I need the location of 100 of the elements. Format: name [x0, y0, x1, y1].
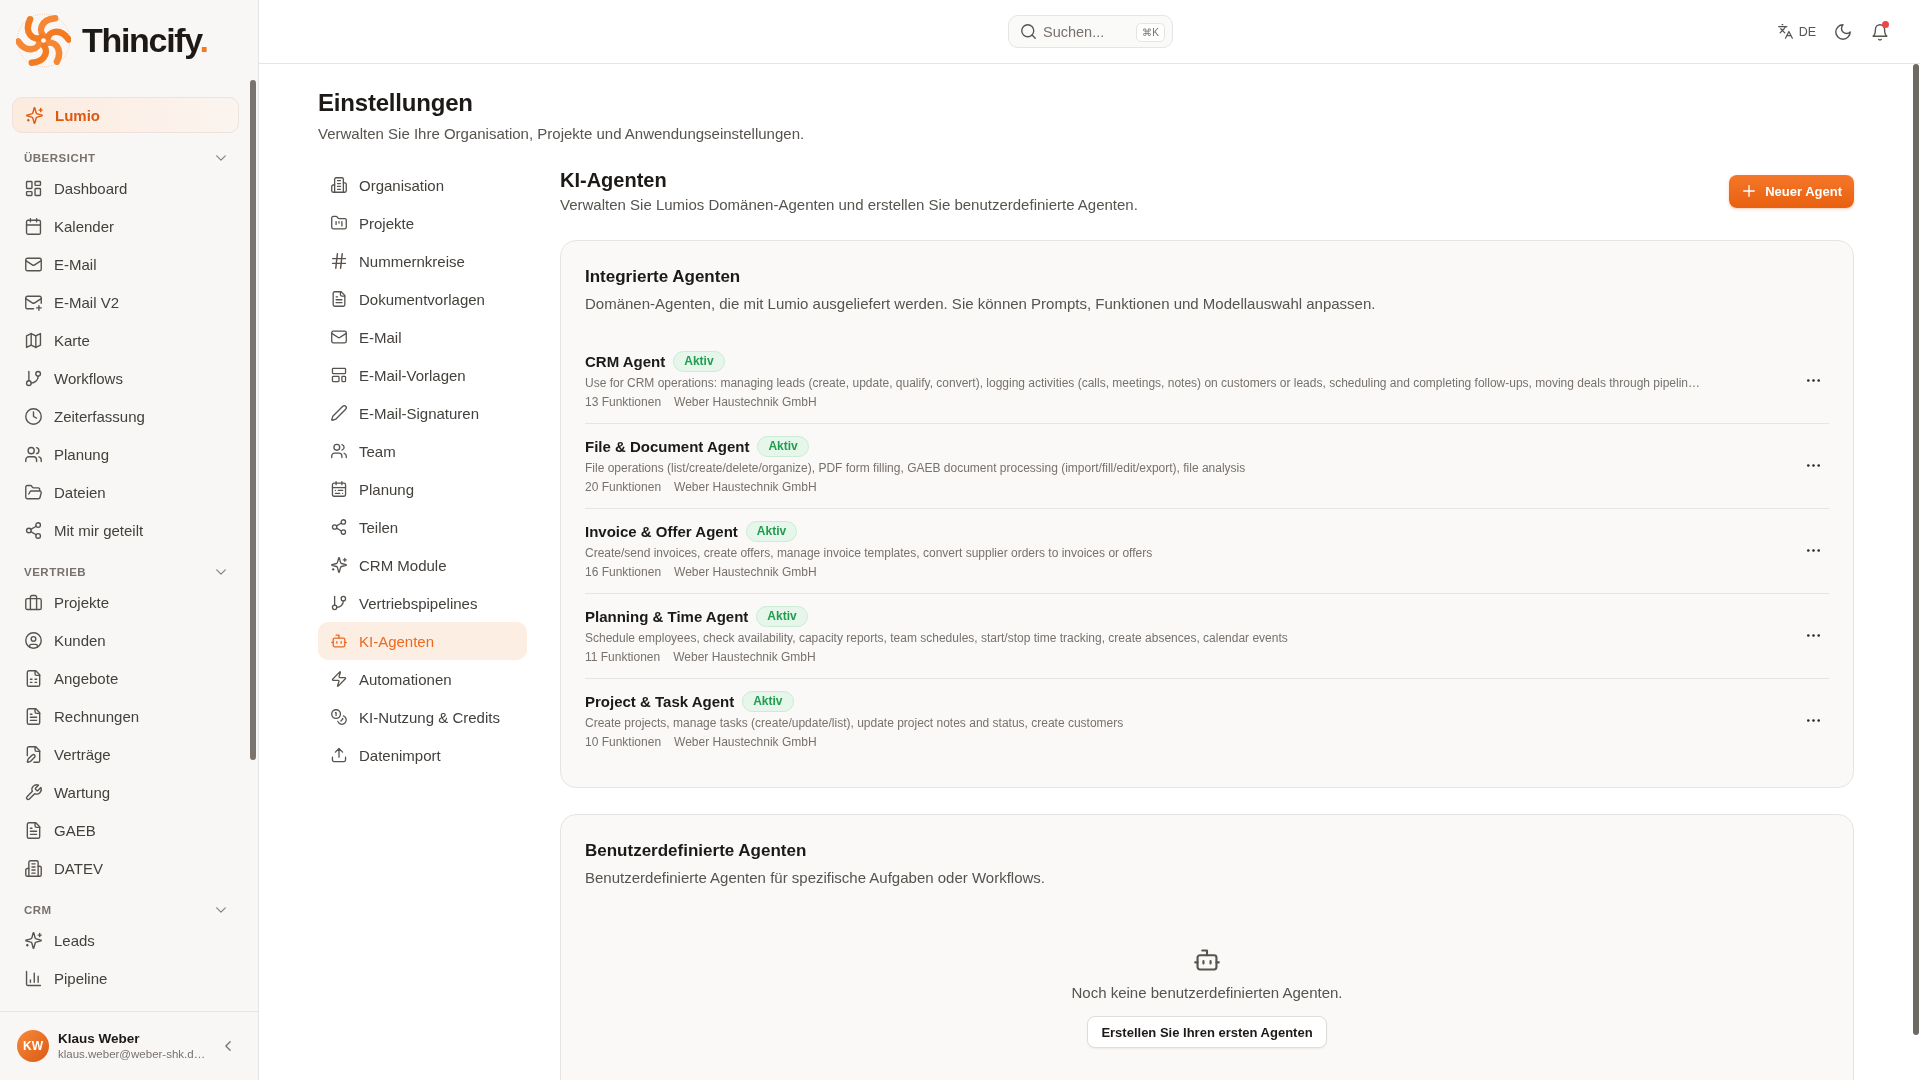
agent-name: Project & Task Agent: [585, 692, 735, 710]
card-description: Domänen-Agenten, die mit Lumio ausgeliefert werden. Sie können Prompts, Funktionen und Modellauswahl anpassen.: [585, 294, 1377, 314]
sidebar-item[interactable]: Verträge: [12, 735, 239, 773]
ellipsis-icon: [1806, 463, 1820, 467]
sidebar-item[interactable]: Angebote: [12, 659, 239, 697]
agent-description: Create/send invoices, create offers, manage invoice templates, convert supplier orders to invoices or offers: [585, 545, 1154, 562]
agent-description: File operations (list/create/delete/organize), PDF form filling, GAEB document processing (import/fill/edit/export), file analysis: [585, 460, 1247, 477]
settings-nav-item[interactable]: Dokumentvorlagen: [318, 280, 527, 318]
mail-icon: [331, 329, 347, 345]
settings-nav-item[interactable]: E-Mail-Vorlagen: [318, 356, 527, 394]
user-email: klaus.weber@weber-shk.d…: [58, 1047, 206, 1062]
section-subtitle: Verwalten Sie Lumios Domänen-Agenten und erstellen Sie benutzerdefinierte Agenten.: [560, 195, 1138, 215]
briefcase-icon: [25, 593, 42, 611]
keyboard-shortcut: ⌘K: [1136, 23, 1165, 42]
sidebar-item[interactable]: Zeiterfassung: [12, 397, 239, 435]
user-circle-icon: [25, 631, 42, 649]
create-agent-button[interactable]: Erstellen Sie Ihren ersten Agenten: [1087, 1016, 1327, 1048]
empty-state-text: Noch keine benutzerdefinierten Agenten.: [1071, 983, 1343, 1003]
sidebar-item[interactable]: GAEB: [12, 811, 239, 849]
sidebar-item[interactable]: DATEV: [12, 849, 239, 887]
status-badge: Aktiv: [742, 690, 794, 712]
document-icon: [331, 291, 347, 307]
sidebar-item[interactable]: Rechnungen: [12, 697, 239, 735]
sidebar-item[interactable]: Kalender: [12, 207, 239, 245]
calendar-icon: [331, 481, 347, 497]
settings-nav-item[interactable]: KI-Nutzung & Credits: [318, 698, 527, 736]
sidebar-item[interactable]: Pipeline: [12, 959, 239, 997]
branch-icon: [25, 369, 42, 387]
pen-icon: [331, 405, 347, 421]
settings-nav-item[interactable]: E-Mail: [318, 318, 527, 356]
sidebar-item[interactable]: E-Mail V2: [12, 283, 239, 321]
card-description: Benutzerdefinierte Agenten für spezifische Aufgaben oder Workflows.: [585, 868, 1046, 888]
settings-nav-item[interactable]: Teilen: [318, 508, 527, 546]
share-icon: [25, 521, 42, 539]
status-badge: Aktiv: [673, 350, 725, 372]
section-toggle[interactable]: CRM: [12, 899, 239, 921]
card-title: Benutzerdefinierte Agenten: [585, 840, 808, 862]
spreadsheet-icon: [25, 669, 42, 687]
ellipsis-icon: [1806, 633, 1820, 637]
coins-icon: [331, 709, 347, 725]
agent-name: Planning & Time Agent: [585, 607, 749, 625]
mail-plus-icon: [25, 293, 42, 311]
logo-icon: [16, 12, 71, 68]
agent-description: Create projects, manage tasks (create/update/list), update project notes and status, create customers: [585, 715, 1125, 732]
function-count: 13 Funktionen: [585, 394, 662, 411]
settings-nav-item[interactable]: Vertriebspipelines: [318, 584, 527, 622]
robot-icon: [1194, 947, 1220, 973]
map-icon: [25, 331, 42, 349]
settings-nav-item[interactable]: Datenimport: [318, 736, 527, 774]
sidebar-item[interactable]: Dashboard: [12, 169, 239, 207]
status-badge: Aktiv: [756, 605, 808, 627]
sidebar-item[interactable]: Workflows: [12, 359, 239, 397]
sidebar-item[interactable]: Leads: [12, 921, 239, 959]
settings-nav-item[interactable]: Team: [318, 432, 527, 470]
agent-owner: Weber Haustechnik GmbH: [674, 564, 817, 581]
folder-icon: [25, 483, 42, 501]
sidebar-item[interactable]: E-Mail: [12, 245, 239, 283]
wrench-icon: [25, 783, 42, 801]
bar-chart-icon: [25, 969, 42, 987]
share-icon: [331, 519, 347, 535]
sidebar-item[interactable]: Dateien: [12, 473, 239, 511]
settings-nav-item[interactable]: Nummernkreise: [318, 242, 527, 280]
branch-icon: [331, 595, 347, 611]
ellipsis-icon: [1806, 718, 1820, 722]
settings-nav-item[interactable]: CRM Module: [318, 546, 527, 584]
agent-name: CRM Agent: [585, 352, 666, 370]
building-icon: [25, 859, 42, 877]
scrollbar-thumb[interactable]: [250, 80, 256, 760]
agent-description: Use for CRM operations: managing leads (create, update, qualify, convert), logging activities (calls, meetings, notes) on customers or leads, scheduling and completing follow-ups, moving deals through pipelin…: [585, 375, 1701, 392]
settings-nav-item[interactable]: Organisation: [318, 166, 527, 204]
sidebar-item[interactable]: Wartung: [12, 773, 239, 811]
translate-icon: [1777, 24, 1793, 39]
scrollbar-thumb[interactable]: [1913, 64, 1919, 1035]
sidebar-item[interactable]: Kunden: [12, 621, 239, 659]
section-title: KI-Agenten: [560, 168, 668, 193]
sidebar-item[interactable]: Karte: [12, 321, 239, 359]
language-button[interactable]: DE: [1773, 17, 1820, 46]
bell-icon: [1872, 23, 1888, 40]
search-icon: [1021, 24, 1036, 39]
user-name: Klaus Weber: [58, 1030, 141, 1047]
function-count: 20 Funktionen: [585, 479, 662, 496]
agent-owner: Weber Haustechnik GmbH: [674, 734, 817, 751]
settings-nav-item[interactable]: Projekte: [318, 204, 527, 242]
avatar: KW: [17, 1030, 49, 1062]
sidebar-item[interactable]: Projekte: [12, 583, 239, 621]
calendar-icon: [25, 217, 42, 235]
sidebar-item[interactable]: Mit mir geteilt: [12, 511, 239, 549]
agent-owner: Weber Haustechnik GmbH: [674, 479, 817, 496]
agent-owner: Weber Haustechnik GmbH: [674, 394, 817, 411]
section-toggle[interactable]: VERTRIEB: [12, 561, 239, 583]
status-badge: Aktiv: [757, 435, 809, 457]
sidebar-item[interactable]: Planung: [12, 435, 239, 473]
logo-text: Thincify.: [82, 20, 208, 60]
function-count: 16 Funktionen: [585, 564, 662, 581]
section-toggle[interactable]: ÜBERSICHT: [12, 147, 239, 169]
settings-nav-item[interactable]: E-Mail-Signaturen: [318, 394, 527, 432]
plus-icon: [1743, 185, 1756, 197]
settings-nav-item[interactable]: Automationen: [318, 660, 527, 698]
ellipsis-icon: [1806, 548, 1820, 552]
settings-nav-item[interactable]: Planung: [318, 470, 527, 508]
